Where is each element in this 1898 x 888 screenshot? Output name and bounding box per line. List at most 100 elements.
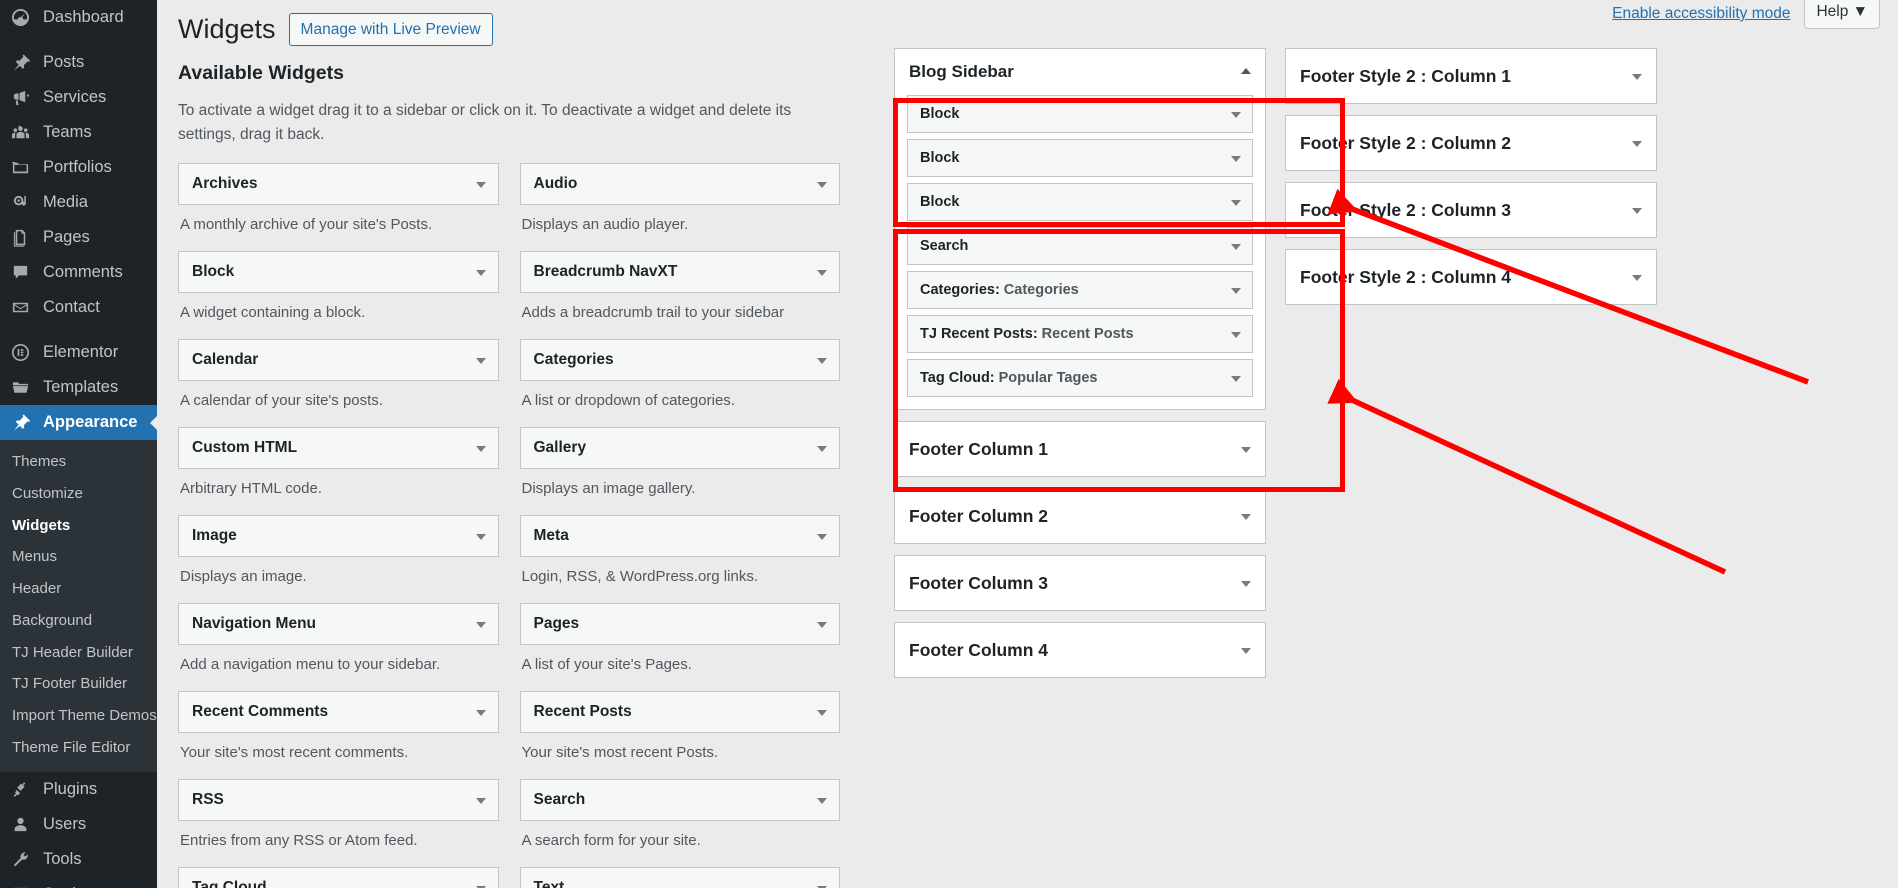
chevron-down-icon[interactable] <box>817 270 827 276</box>
chevron-down-icon[interactable] <box>1231 332 1241 338</box>
sidebar-item-elementor[interactable]: Elementor <box>0 335 157 370</box>
sidebar-item-appearance[interactable]: Appearance <box>0 405 157 440</box>
chevron-down-icon[interactable] <box>1632 141 1642 147</box>
sidebar-item-comments[interactable]: Comments <box>0 255 157 290</box>
footer-style2-column-header[interactable]: Footer Style 2 : Column 2 <box>1286 116 1656 170</box>
chevron-down-icon[interactable] <box>1231 376 1241 382</box>
sidebar-item-pages[interactable]: Pages <box>0 220 157 255</box>
widget-description: Displays an image gallery. <box>520 469 841 509</box>
chevron-down-icon[interactable] <box>1241 581 1251 587</box>
chevron-down-icon[interactable] <box>817 182 827 188</box>
submenu-item-themes[interactable]: Themes <box>0 446 157 478</box>
footer-style2-column-header[interactable]: Footer Style 2 : Column 4 <box>1286 250 1656 304</box>
chevron-down-icon[interactable] <box>476 270 486 276</box>
sidebar-item-settings[interactable]: Settings <box>0 877 157 888</box>
widget-card[interactable]: Breadcrumb NavXT <box>520 251 841 293</box>
widget-card[interactable]: Recent Posts <box>520 691 841 733</box>
chevron-down-icon[interactable] <box>817 710 827 716</box>
widget-card[interactable]: Image <box>178 515 499 557</box>
widget-card[interactable]: Audio <box>520 163 841 205</box>
widget-card[interactable]: Navigation Menu <box>178 603 499 645</box>
submenu-item-widgets[interactable]: Widgets <box>0 510 157 542</box>
chevron-down-icon[interactable] <box>1231 156 1241 162</box>
chevron-down-icon[interactable] <box>817 798 827 804</box>
chevron-down-icon[interactable] <box>1632 74 1642 80</box>
enable-accessibility-mode-link[interactable]: Enable accessibility mode <box>1612 5 1790 23</box>
submenu-item-header[interactable]: Header <box>0 573 157 605</box>
sidebar-item-dashboard[interactable]: Dashboard <box>0 0 157 35</box>
chevron-down-icon[interactable] <box>1632 208 1642 214</box>
widget-title: Calendar <box>192 351 258 369</box>
chevron-down-icon[interactable] <box>476 182 486 188</box>
sidebar-item-posts[interactable]: Posts <box>0 45 157 80</box>
chevron-down-icon[interactable] <box>1241 447 1251 453</box>
chevron-down-icon[interactable] <box>1231 288 1241 294</box>
sidebar-item-portfolios[interactable]: Portfolios <box>0 150 157 185</box>
widget-card[interactable]: Search <box>520 779 841 821</box>
widget-card[interactable]: Pages <box>520 603 841 645</box>
sidebar-item-users[interactable]: Users <box>0 807 157 842</box>
widget-card[interactable]: Custom HTML <box>178 427 499 469</box>
chevron-down-icon[interactable] <box>1231 112 1241 118</box>
widget-card[interactable]: Calendar <box>178 339 499 381</box>
footer-column-header[interactable]: Footer Column 4 <box>895 623 1265 677</box>
submenu-item-customize[interactable]: Customize <box>0 478 157 510</box>
chevron-down-icon[interactable] <box>476 798 486 804</box>
chevron-down-icon[interactable] <box>1632 275 1642 281</box>
sidebar-widget-item[interactable]: Search <box>907 227 1253 265</box>
chevron-down-icon[interactable] <box>817 534 827 540</box>
widget-card[interactable]: Categories <box>520 339 841 381</box>
widget-card[interactable]: Text <box>520 867 841 888</box>
footer-style2-column-header[interactable]: Footer Style 2 : Column 1 <box>1286 49 1656 103</box>
sidebar-widget-item[interactable]: TJ Recent Posts:Recent Posts <box>907 315 1253 353</box>
chevron-down-icon[interactable] <box>1231 200 1241 206</box>
widget-card[interactable]: Archives <box>178 163 499 205</box>
footer-column-header[interactable]: Footer Column 1 <box>895 422 1265 476</box>
chevron-down-icon[interactable] <box>817 622 827 628</box>
chevron-down-icon[interactable] <box>476 622 486 628</box>
available-widget-item: SearchA search form for your site. <box>520 779 841 861</box>
blog-sidebar-header[interactable]: Blog Sidebar <box>895 49 1265 95</box>
sidebar-widget-item[interactable]: Block <box>907 95 1253 133</box>
widget-card[interactable]: RSS <box>178 779 499 821</box>
sidebar-widget-item[interactable]: Categories:Categories <box>907 271 1253 309</box>
footer-column-header[interactable]: Footer Column 3 <box>895 556 1265 610</box>
chevron-down-icon[interactable] <box>476 534 486 540</box>
chevron-down-icon[interactable] <box>817 446 827 452</box>
sidebar-widget-item[interactable]: Block <box>907 139 1253 177</box>
widget-card[interactable]: Recent Comments <box>178 691 499 733</box>
widgets-columns: Available Widgets To activate a widget d… <box>157 62 1898 888</box>
chevron-down-icon[interactable] <box>476 358 486 364</box>
chevron-down-icon[interactable] <box>476 710 486 716</box>
sidebar-item-teams[interactable]: Teams <box>0 115 157 150</box>
sidebar-item-services[interactable]: Services <box>0 80 157 115</box>
submenu-item-import-theme-demos[interactable]: Import Theme Demos <box>0 700 157 732</box>
chevron-down-icon[interactable] <box>1241 514 1251 520</box>
footer-column-header[interactable]: Footer Column 2 <box>895 489 1265 543</box>
submenu-item-background[interactable]: Background <box>0 605 157 637</box>
sidebar-widget-item[interactable]: Block <box>907 183 1253 221</box>
widget-card[interactable]: Meta <box>520 515 841 557</box>
chevron-up-icon[interactable] <box>1241 68 1251 74</box>
submenu-item-tj-footer-builder[interactable]: TJ Footer Builder <box>0 668 157 700</box>
chevron-down-icon[interactable] <box>1231 244 1241 250</box>
available-widget-item: Tag CloudA cloud of your most used tags. <box>178 867 499 888</box>
submenu-item-theme-file-editor[interactable]: Theme File Editor <box>0 732 157 764</box>
help-button[interactable]: Help ▼ <box>1804 0 1880 29</box>
chevron-down-icon[interactable] <box>1241 648 1251 654</box>
sidebar-widget-item[interactable]: Tag Cloud:Popular Tages <box>907 359 1253 397</box>
chevron-down-icon[interactable] <box>476 446 486 452</box>
sidebar-item-tools[interactable]: Tools <box>0 842 157 877</box>
chevron-down-icon[interactable] <box>817 358 827 364</box>
sidebar-item-contact[interactable]: Contact <box>0 290 157 325</box>
sidebar-item-plugins[interactable]: Plugins <box>0 772 157 807</box>
submenu-item-tj-header-builder[interactable]: TJ Header Builder <box>0 637 157 669</box>
widget-card[interactable]: Block <box>178 251 499 293</box>
widget-card[interactable]: Gallery <box>520 427 841 469</box>
footer-style2-column-header[interactable]: Footer Style 2 : Column 3 <box>1286 183 1656 237</box>
sidebar-item-templates[interactable]: Templates <box>0 370 157 405</box>
submenu-item-menus[interactable]: Menus <box>0 541 157 573</box>
widget-card[interactable]: Tag Cloud <box>178 867 499 888</box>
manage-with-live-preview-button[interactable]: Manage with Live Preview <box>289 13 493 47</box>
sidebar-item-media[interactable]: Media <box>0 185 157 220</box>
